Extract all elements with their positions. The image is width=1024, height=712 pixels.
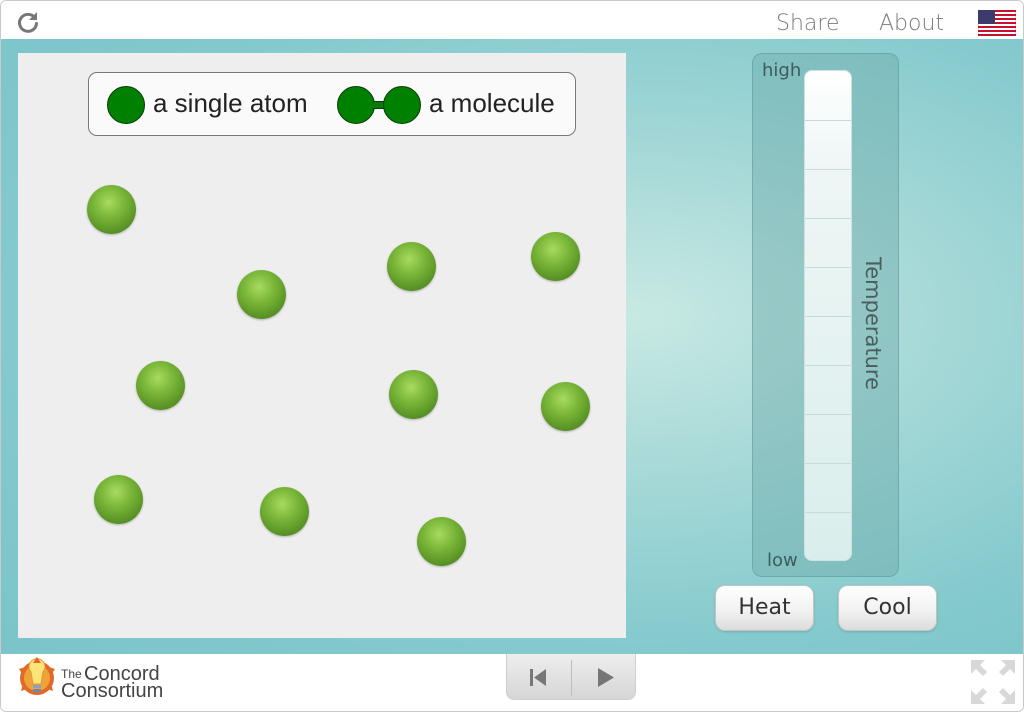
thermometer-tick xyxy=(805,463,851,464)
thermometer-tick xyxy=(805,169,851,170)
app-frame: Share About a single atom a molecule hig… xyxy=(0,0,1024,712)
atom[interactable] xyxy=(260,487,309,536)
atom[interactable] xyxy=(541,382,590,431)
play-button[interactable] xyxy=(572,654,636,700)
reload-icon[interactable] xyxy=(16,10,40,34)
share-link[interactable]: Share xyxy=(776,11,840,36)
thermometer-tube xyxy=(804,70,852,561)
thermometer-tick xyxy=(805,414,851,415)
about-link[interactable]: About xyxy=(879,11,944,36)
atom[interactable] xyxy=(389,370,438,419)
simulation-stage: a single atom a molecule high Temperatur… xyxy=(1,39,1023,654)
atom[interactable] xyxy=(94,475,143,524)
thermometer-tick xyxy=(805,512,851,513)
model-container[interactable]: a single atom a molecule xyxy=(18,53,626,638)
molecule-legend-label: a molecule xyxy=(429,88,555,118)
molecule-legend-atom-left xyxy=(337,86,375,124)
thermometer-high-label: high xyxy=(762,60,802,81)
top-bar: Share About xyxy=(1,1,1023,39)
thermometer-tick xyxy=(805,316,851,317)
step-back-icon xyxy=(530,669,546,686)
atom[interactable] xyxy=(136,361,185,410)
playback-controls xyxy=(506,654,636,700)
atom-legend-icon xyxy=(107,86,145,124)
thermometer-tick xyxy=(805,120,851,121)
atom[interactable] xyxy=(417,517,466,566)
play-icon xyxy=(598,668,614,687)
atom[interactable] xyxy=(87,185,136,234)
thermometer-title: Temperature xyxy=(861,257,885,391)
reset-button[interactable] xyxy=(507,654,571,700)
bottom-bar: The Concord Consortium xyxy=(1,654,1023,711)
thermometer-tick xyxy=(805,267,851,268)
cool-button[interactable]: Cool xyxy=(838,585,937,631)
logo-text-consortium: Consortium xyxy=(61,680,164,702)
legend-box: a single atom a molecule xyxy=(88,72,576,136)
logo-text-the: The xyxy=(61,667,82,681)
thermometer: high Temperature low xyxy=(752,53,899,577)
fullscreen-icon[interactable] xyxy=(971,660,1015,704)
heat-button[interactable]: Heat xyxy=(715,585,814,631)
us-flag-icon[interactable] xyxy=(978,10,1016,36)
thermometer-tick xyxy=(805,365,851,366)
atom-legend-label: a single atom xyxy=(153,88,308,118)
atom[interactable] xyxy=(387,242,436,291)
thermometer-tick xyxy=(805,218,851,219)
atom[interactable] xyxy=(237,270,286,319)
thermometer-low-label: low xyxy=(767,550,798,571)
atom[interactable] xyxy=(531,232,580,281)
concord-logo-icon xyxy=(19,657,55,695)
molecule-legend-atom-right xyxy=(383,86,421,124)
